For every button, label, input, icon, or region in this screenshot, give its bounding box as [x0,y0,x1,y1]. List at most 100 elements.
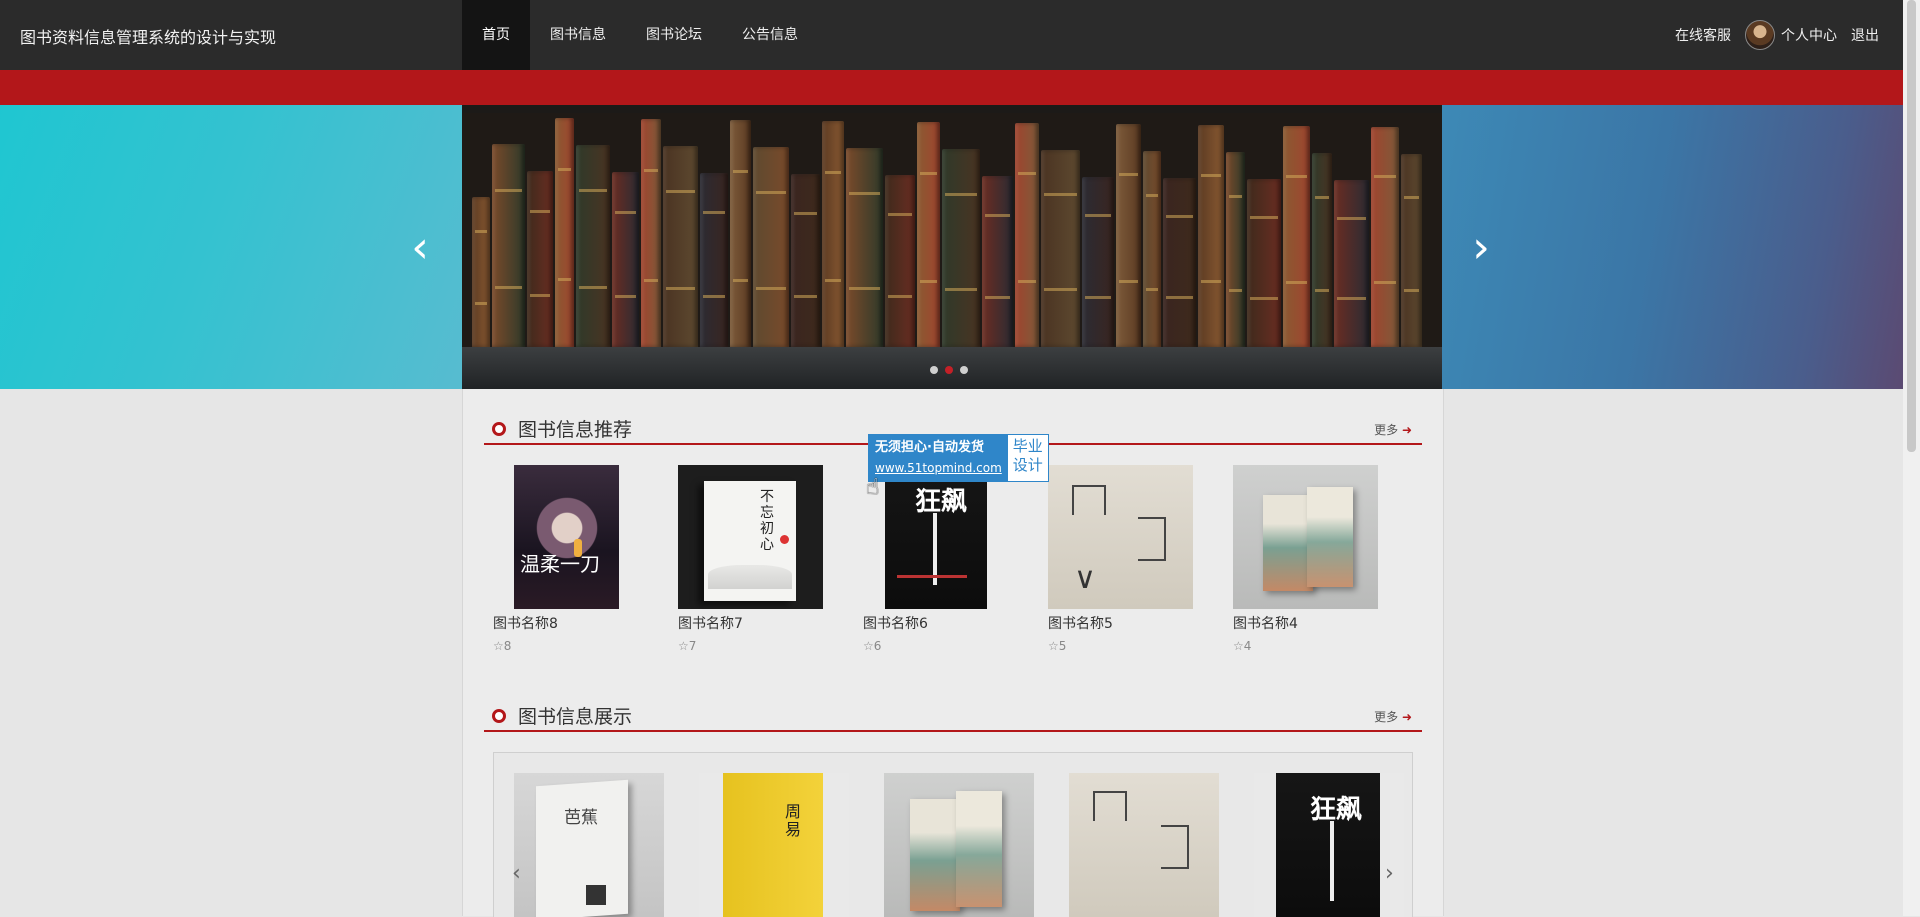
page-scrollbar[interactable] [1903,0,1920,916]
list-item[interactable]: 芭蕉 [514,773,664,917]
arrow-right-icon[interactable]: ➜ [1398,423,1412,437]
logout-link[interactable]: 退出 [1851,25,1879,45]
book-rating: ☆7 [678,639,696,653]
carousel-dot-1[interactable] [930,366,938,374]
book-spine [822,121,844,347]
cover-title: 不忘初心 [760,489,774,553]
star-outline-icon: ☆ [1233,639,1244,653]
book-spine [885,175,915,347]
banner-side-left [0,105,462,389]
book-cover[interactable] [1233,465,1378,609]
book-cover[interactable]: 温柔一刀 [514,465,619,609]
book-spine [612,172,639,347]
chevron-left-icon[interactable]: ‹ [408,226,432,270]
book-spine [1371,127,1399,347]
badge-line1: 无须担心·自动发货 [875,440,984,455]
book-spine [472,197,490,347]
more-label[interactable]: 更多 [1374,710,1398,724]
more-label[interactable]: 更多 [1374,423,1398,437]
star-outline-icon: ☆ [1048,639,1059,653]
personal-center-link[interactable]: 个人中心 [1745,20,1837,50]
personal-center-label[interactable]: 个人中心 [1781,25,1837,45]
book-spine [1143,151,1161,347]
recommend-list: 温柔一刀 图书名称8 ☆8 不忘初心 图书名称7 ☆7 狂飙 图书名称6 ☆6 … [493,465,1423,665]
banner-slide-image[interactable] [462,105,1442,389]
hand-cursor-icon: ☝ [866,475,880,500]
book-spine [1198,125,1224,347]
site-title[interactable]: 图书资料信息管理系统的设计与实现 [20,24,276,48]
list-item[interactable]: 狂飙 [1254,773,1404,917]
book-name[interactable]: 图书名称5 [1048,613,1113,633]
cover-title: 周易 [785,802,802,839]
promo-watermark-badge[interactable]: 无须担心·自动发货 www.51topmind.com 毕业 设计 [868,434,1049,482]
book-rating: ☆6 [863,639,881,653]
book-name[interactable]: 图书名称4 [1233,613,1298,633]
book-cover[interactable]: ∨ [1048,465,1193,609]
rating-value: 8 [503,639,512,653]
book-spine [1082,177,1114,347]
book-spine [1116,124,1141,347]
book-spine [1401,154,1422,347]
badge-main-text: 无须担心·自动发货 www.51topmind.com [869,435,1008,481]
list-item[interactable]: 周易 [699,773,849,917]
list-item[interactable] [1069,773,1219,917]
showcase-section-title: 图书信息展示 [518,706,633,728]
carousel-dot-2[interactable] [945,366,953,374]
book-rating: ☆8 [493,639,511,653]
badge-side1: 毕业 [1012,437,1043,455]
scrollbar-thumb[interactable] [1907,0,1916,452]
book-spine [492,144,525,347]
nav-item-home[interactable]: 首页 [462,0,530,70]
showcase-section-header: 图书信息展示 更多 ➜ [484,700,1422,732]
badge-side-text: 毕业 设计 [1007,435,1048,481]
online-service-link[interactable]: 在线客服 [1675,25,1731,45]
avatar[interactable] [1745,20,1775,50]
book-spine [1041,150,1080,347]
nav-item-notice[interactable]: 公告信息 [722,0,818,70]
book-spine [917,122,940,347]
book-spine [1283,126,1310,347]
book-spine [1226,152,1245,347]
book-name[interactable]: 图书名称7 [678,613,743,633]
nav-item-books[interactable]: 图书信息 [530,0,626,70]
chevron-left-icon[interactable]: ‹ [512,861,521,886]
showcase-carousel: 芭蕉 周易 狂飙 ‹ › [493,752,1413,917]
book-cover[interactable]: 不忘初心 [678,465,823,609]
section-bullet-icon [492,709,506,723]
book-spine [730,120,751,347]
arrow-right-icon[interactable]: ➜ [1398,710,1412,724]
recommend-section-title: 图书信息推荐 [518,419,633,441]
chevron-right-icon[interactable]: › [1385,861,1394,886]
book-cover[interactable]: 狂飙 [885,465,987,609]
list-item[interactable] [884,773,1034,917]
carousel-dots [930,366,968,374]
badge-line2[interactable]: www.51topmind.com [875,458,1002,478]
cover-title: 狂飙 [915,487,968,517]
book-name[interactable]: 图书名称8 [493,613,558,633]
book-name[interactable]: 图书名称6 [863,613,928,633]
carousel-dot-3[interactable] [960,366,968,374]
book-spine [942,149,980,347]
chevron-right-icon[interactable]: › [1469,226,1493,270]
showcase-more-link[interactable]: 更多 ➜ [1374,708,1412,725]
rating-value: 4 [1243,639,1252,653]
user-menu: 在线客服 个人中心 退出 [1675,0,1879,70]
book-spine [846,148,883,347]
book-spine [555,118,574,347]
cover-title: 温柔一刀 [520,552,600,576]
nav-item-forum[interactable]: 图书论坛 [626,0,722,70]
rating-value: 7 [688,639,697,653]
book-spine [527,171,553,347]
main-nav: 首页 图书信息 图书论坛 公告信息 [462,0,818,70]
badge-side2: 设计 [1012,456,1043,474]
rating-value: 6 [873,639,882,653]
book-rating: ☆4 [1233,639,1251,653]
banner-side-right [1442,105,1903,389]
book-spine [753,147,789,347]
book-spine [1312,153,1332,347]
recommend-more-link[interactable]: 更多 ➜ [1374,421,1412,438]
book-spine [1163,178,1196,347]
header-accent-band [0,70,1903,105]
cover-title: 芭蕉 [564,808,598,828]
cover-title: 狂飙 [1310,795,1363,825]
